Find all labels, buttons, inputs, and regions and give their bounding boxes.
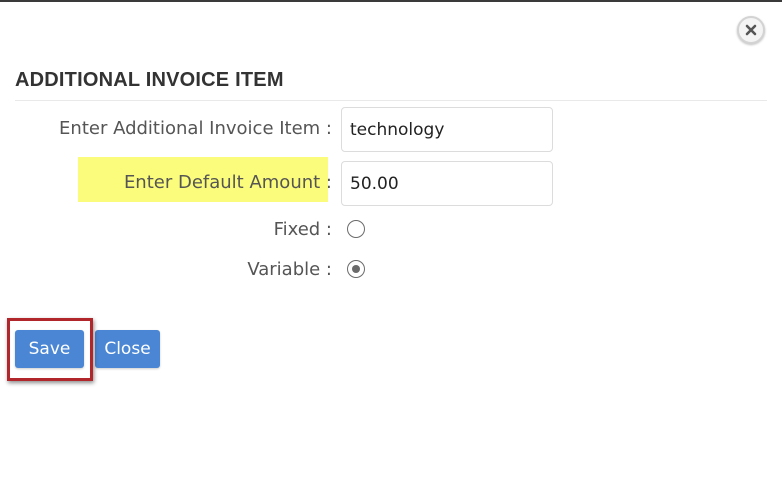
variable-label: Variable : bbox=[247, 259, 332, 280]
variable-radio[interactable] bbox=[347, 260, 365, 278]
dialog-title: ADDITIONAL INVOICE ITEM bbox=[15, 69, 284, 91]
default-amount-label-colon: : bbox=[320, 172, 332, 193]
radio-selected-dot bbox=[351, 264, 360, 273]
default-amount-label-text: Enter Default Amount bbox=[123, 172, 321, 193]
save-button[interactable]: Save bbox=[15, 330, 84, 368]
dialog-top-edge bbox=[0, 0, 782, 2]
default-amount-input[interactable] bbox=[341, 161, 553, 206]
default-amount-label: Enter Default Amount : bbox=[124, 172, 332, 194]
invoice-item-dialog: ADDITIONAL INVOICE ITEM Enter Additional… bbox=[0, 0, 782, 482]
x-close-icon bbox=[745, 24, 757, 36]
invoice-item-input[interactable] bbox=[341, 107, 553, 152]
title-divider bbox=[15, 100, 767, 101]
invoice-item-label: Enter Additional Invoice Item : bbox=[59, 118, 332, 139]
fixed-label: Fixed : bbox=[273, 219, 332, 240]
dialog-close-icon[interactable] bbox=[737, 16, 765, 44]
fixed-radio[interactable] bbox=[347, 220, 365, 238]
close-button[interactable]: Close bbox=[95, 330, 160, 368]
